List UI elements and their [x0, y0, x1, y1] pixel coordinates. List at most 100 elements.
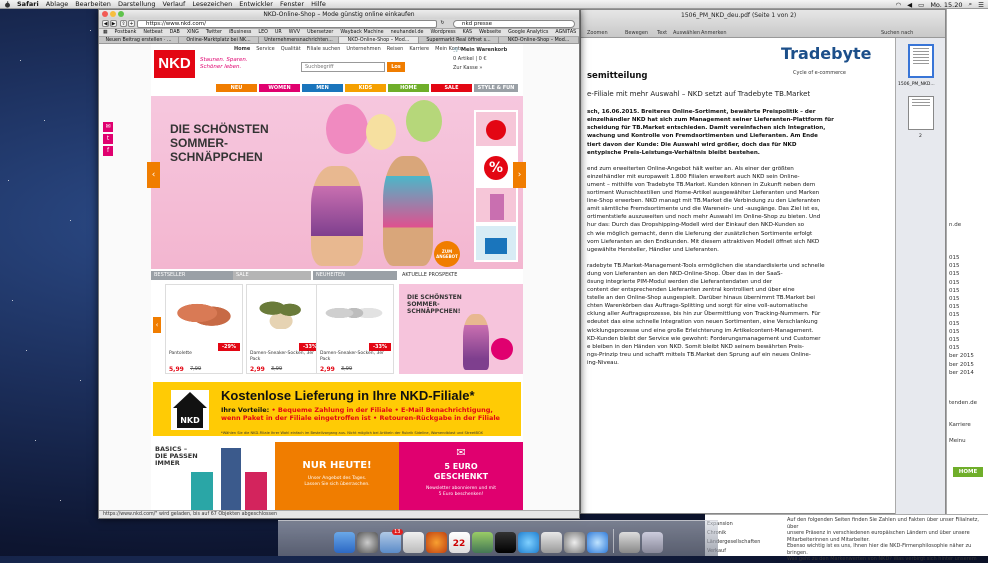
menu-hilfe[interactable]: Hilfe	[311, 0, 326, 8]
apple-icon[interactable]	[4, 0, 11, 8]
search-field[interactable]: nkd presse	[453, 20, 575, 28]
product-card[interactable]: -33% Damen-Sneaker-Socken, 3er Pack 2,99…	[246, 284, 324, 374]
twitter-share-icon[interactable]: t	[103, 134, 113, 144]
firefox-icon[interactable]	[425, 532, 447, 553]
nav-filiale-suchen[interactable]: Filiale suchen	[307, 46, 341, 52]
nav-karriere[interactable]: Karriere	[409, 46, 429, 52]
category-sale[interactable]: SALE	[431, 84, 472, 92]
prospekt-teaser[interactable]: DIE SCHÖNSTEN SOMMER- SCHNÄPPCHEN!	[399, 284, 523, 374]
volume-icon[interactable]: ◀	[907, 1, 912, 9]
nav-home[interactable]: Home	[234, 46, 250, 52]
safari-icon[interactable]	[586, 532, 608, 553]
trash-icon[interactable]	[641, 532, 663, 553]
bookmark-ibusiness[interactable]: iBusiness	[229, 30, 252, 35]
newsletter-teaser[interactable]: ✉ 5 EURO GESCHENKT Newsletter abonnieren…	[399, 442, 523, 512]
shop-search-input[interactable]: Suchbegriff	[301, 62, 385, 72]
menu-darstellung[interactable]: Darstellung	[118, 0, 156, 8]
nav-qualitaet[interactable]: Qualität	[281, 46, 301, 52]
calendar-icon[interactable]: 22	[448, 532, 470, 553]
product-card[interactable]: -29% Pantolette 5,99 7,99	[165, 284, 243, 374]
free-delivery-banner[interactable]: NKD Kostenlose Lieferung in Ihre NKD-Fil…	[151, 380, 523, 438]
mail-icon[interactable]: 13	[379, 529, 403, 553]
wifi-icon[interactable]: ◠	[895, 1, 901, 9]
zum-angebot-badge[interactable]: ZUM ANGEBOT	[434, 241, 460, 267]
text-tool[interactable]: Text	[657, 30, 667, 36]
bookmark-postbank[interactable]: Postbank	[115, 30, 137, 35]
back-button[interactable]: ◀	[102, 20, 109, 27]
share-button[interactable]: ⇪	[120, 20, 127, 27]
downloads-stack-icon[interactable]	[618, 532, 640, 553]
select-tool[interactable]: Auswählen	[673, 30, 700, 36]
nkd-logo[interactable]: NKD	[154, 50, 195, 78]
bookmark-grid-icon[interactable]: ▦	[103, 30, 108, 35]
category-men[interactable]: MEN	[302, 84, 343, 92]
checkout-link[interactable]: Zur Kasse »	[453, 64, 523, 73]
tab-6[interactable]: NKD-Online-Shop – Mod...	[499, 37, 579, 43]
zoom-tool[interactable]: Zoomen	[587, 30, 608, 36]
tab-5[interactable]: Supermarkt Real öffnet s...	[419, 37, 499, 43]
bookmark-wayback[interactable]: Wayback Machine	[340, 30, 383, 35]
bookmark-wvv[interactable]: WVV	[289, 30, 300, 35]
basics-teaser[interactable]: BASICS – DIE PASSEN IMMER	[151, 442, 275, 512]
section-prospekte[interactable]: AKTUELLE PROSPEKTE	[399, 271, 523, 280]
finder-icon[interactable]	[333, 532, 355, 553]
bookmark-xing[interactable]: XING	[187, 30, 199, 35]
products-prev-arrow[interactable]: ‹	[153, 317, 161, 333]
bookmark-wordpress[interactable]: Wordpress	[430, 30, 455, 35]
bookmark-dab[interactable]: DAB	[170, 30, 180, 35]
search-icon[interactable]: ⌕	[969, 0, 973, 9]
category-home[interactable]: HOME	[388, 84, 429, 92]
home-button[interactable]: HOME	[953, 467, 983, 477]
karriere-link[interactable]: Karriere	[949, 421, 971, 429]
menu-bearbeiten[interactable]: Bearbeiten	[75, 0, 111, 8]
zoom-window-button[interactable]	[118, 11, 124, 17]
url-field[interactable]: https://www.nkd.com/	[137, 20, 437, 28]
nav-reisen[interactable]: Reisen	[387, 46, 404, 52]
section-neuheiten[interactable]: NEUHEITEN	[313, 271, 397, 280]
thumb-heart-shirt[interactable]	[474, 110, 518, 148]
menu-entwickler[interactable]: Entwickler	[239, 0, 273, 8]
product-card[interactable]: -33% Damen-Sneaker-Socken, 3er Pack 2,99…	[316, 284, 394, 374]
clock[interactable]: Mo. 15.20	[930, 1, 962, 9]
deal-of-day-teaser[interactable]: NUR HEUTE! Unser Angebot des Tages. Lasse…	[275, 442, 399, 512]
battery-icon[interactable]: ▭	[918, 1, 924, 9]
reload-icon[interactable]: ↻	[439, 20, 446, 27]
menu-verlauf[interactable]: Verlauf	[163, 0, 186, 8]
menu-lesezeichen[interactable]: Lesezeichen	[192, 0, 232, 8]
section-sale[interactable]: SALE	[233, 271, 311, 280]
move-tool[interactable]: Bewegen	[625, 30, 648, 36]
bookmark-leo[interactable]: LEO	[258, 30, 267, 35]
nav-unternehmen[interactable]: Unternehmen	[346, 46, 380, 52]
page-thumbnail-1[interactable]	[908, 44, 934, 78]
photos-icon[interactable]	[471, 532, 493, 553]
shop-search-button[interactable]: Los	[387, 62, 405, 72]
launchpad-icon[interactable]	[356, 532, 378, 553]
terminal-icon[interactable]	[494, 532, 516, 553]
bookmark-uebersetzer[interactable]: Übersetzer	[307, 30, 333, 35]
hero-prev-arrow[interactable]: ‹	[147, 162, 160, 188]
section-bestseller[interactable]: BESTSELLER	[151, 271, 233, 280]
close-window-button[interactable]	[102, 11, 108, 17]
tab-4-active[interactable]: NKD-Online-Shop – Mod...	[339, 37, 419, 43]
tab-3[interactable]: Unternehmensnachrichten...	[259, 37, 339, 43]
forward-button[interactable]: ▶	[110, 20, 117, 27]
calculator-icon[interactable]	[402, 532, 424, 553]
annotate-tool[interactable]: Anmerken	[701, 30, 727, 36]
new-tab-button[interactable]: +	[128, 20, 135, 27]
hero-next-arrow[interactable]: ›	[513, 162, 526, 188]
bookmark-ur[interactable]: UR	[275, 30, 282, 35]
thumb-girls[interactable]	[474, 186, 518, 224]
preview-icon[interactable]	[540, 532, 562, 553]
menu-safari[interactable]: Safari	[17, 0, 39, 8]
bookmark-kas[interactable]: KAS	[463, 30, 472, 35]
thumb-swimwear[interactable]	[474, 224, 518, 262]
tab-2[interactable]: Online-Marktplatz bei NK...	[179, 37, 259, 43]
menu-fenster[interactable]: Fenster	[280, 0, 304, 8]
nav-service[interactable]: Service	[256, 46, 274, 52]
menu-ablage[interactable]: Ablage	[46, 0, 69, 8]
page-thumbnail-2[interactable]	[908, 96, 934, 130]
bookmark-agnitas[interactable]: AGNITAS	[555, 30, 576, 35]
system-preferences-icon[interactable]	[563, 532, 585, 553]
bookmark-twitter[interactable]: Twitter	[206, 30, 222, 35]
category-kids[interactable]: KIDS	[345, 84, 386, 92]
